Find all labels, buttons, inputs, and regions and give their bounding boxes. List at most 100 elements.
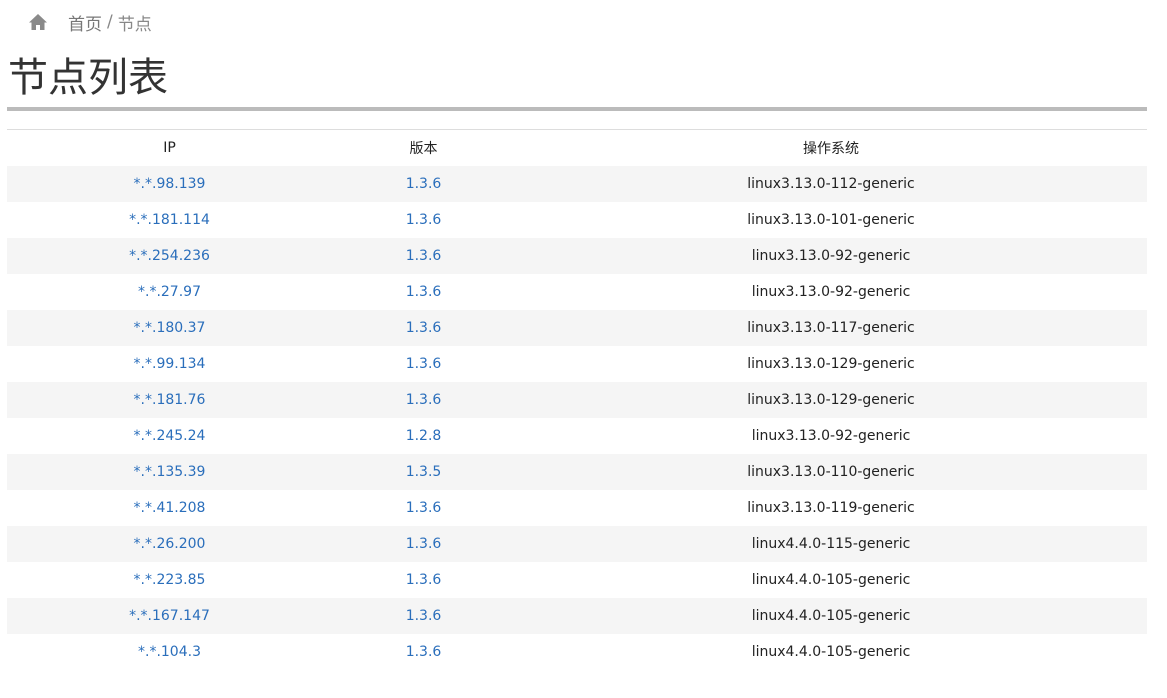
node-ip-link[interactable]: *.*.98.139 [134, 176, 206, 192]
ip-cell: *.*.27.97 [7, 274, 332, 310]
version-cell: 1.3.6 [332, 274, 515, 310]
node-version-link[interactable]: 1.3.6 [406, 176, 442, 192]
table-row: *.*.223.85 1.3.6 linux4.4.0-105-generic [7, 562, 1147, 598]
node-ip-link[interactable]: *.*.99.134 [134, 356, 206, 372]
version-cell: 1.3.6 [332, 310, 515, 346]
node-ip-link[interactable]: *.*.181.114 [129, 212, 210, 228]
ip-cell: *.*.98.139 [7, 166, 332, 202]
ip-cell: *.*.245.24 [7, 418, 332, 454]
version-cell: 1.3.6 [332, 382, 515, 418]
table-row: *.*.245.24 1.2.8 linux3.13.0-92-generic [7, 418, 1147, 454]
node-version-link[interactable]: 1.2.8 [406, 428, 442, 444]
version-cell: 1.3.6 [332, 166, 515, 202]
node-version-link[interactable]: 1.3.6 [406, 248, 442, 264]
node-ip-link[interactable]: *.*.104.3 [138, 644, 201, 660]
ip-cell: *.*.181.114 [7, 202, 332, 238]
breadcrumb-separator: / [107, 12, 113, 32]
node-table-container: IP 版本 操作系统 *.*.98.139 1.3.6 linux3.13.0-11… [7, 129, 1147, 670]
ip-cell: *.*.254.236 [7, 238, 332, 274]
ip-cell: *.*.167.147 [7, 598, 332, 634]
node-version-link[interactable]: 1.3.6 [406, 572, 442, 588]
node-version-link[interactable]: 1.3.6 [406, 536, 442, 552]
node-ip-link[interactable]: *.*.245.24 [134, 428, 206, 444]
node-ip-link[interactable]: *.*.135.39 [134, 464, 206, 480]
os-cell: linux4.4.0-105-generic [751, 644, 911, 660]
version-cell: 1.3.5 [332, 454, 515, 490]
table-row: *.*.181.114 1.3.6 linux3.13.0-101-generic [7, 202, 1147, 238]
table-row: *.*.181.76 1.3.6 linux3.13.0-129-generic [7, 382, 1147, 418]
node-table: IP 版本 操作系统 *.*.98.139 1.3.6 linux3.13.0-11… [7, 130, 1147, 670]
table-row: *.*.104.3 1.3.6 linux4.4.0-105-generic [7, 634, 1147, 670]
node-ip-link[interactable]: *.*.254.236 [129, 248, 210, 264]
node-version-link[interactable]: 1.3.5 [406, 464, 442, 480]
node-ip-link[interactable]: *.*.180.37 [134, 320, 206, 336]
home-icon[interactable] [28, 13, 48, 31]
os-cell: linux3.13.0-110-generic [747, 464, 915, 480]
node-ip-link[interactable]: *.*.41.208 [134, 500, 206, 516]
version-cell: 1.3.6 [332, 202, 515, 238]
node-version-link[interactable]: 1.3.6 [406, 284, 442, 300]
ip-cell: *.*.223.85 [7, 562, 332, 598]
node-version-link[interactable]: 1.3.6 [406, 356, 442, 372]
node-ip-link[interactable]: *.*.223.85 [134, 572, 206, 588]
node-version-link[interactable]: 1.3.6 [406, 320, 442, 336]
column-header-version: 版本 [409, 141, 438, 157]
node-ip-link[interactable]: *.*.26.200 [134, 536, 206, 552]
page-title: 节点列表 [8, 55, 168, 101]
ip-cell: *.*.41.208 [7, 490, 332, 526]
table-body: *.*.98.139 1.3.6 linux3.13.0-112-generic *.… [7, 166, 1147, 670]
node-version-link[interactable]: 1.3.6 [406, 500, 442, 516]
table-row: *.*.135.39 1.3.5 linux3.13.0-110-generic [7, 454, 1147, 490]
table-row: *.*.27.97 1.3.6 linux3.13.0-92-generic [7, 274, 1147, 310]
os-cell: linux4.4.0-115-generic [751, 536, 911, 552]
os-cell: linux3.13.0-129-generic [747, 392, 915, 408]
os-cell: linux4.4.0-105-generic [751, 608, 911, 624]
version-cell: 1.3.6 [332, 598, 515, 634]
version-cell: 1.3.6 [332, 526, 515, 562]
version-cell: 1.3.6 [332, 238, 515, 274]
os-cell: linux3.13.0-92-generic [751, 428, 911, 444]
ip-cell: *.*.104.3 [7, 634, 332, 670]
version-cell: 1.3.6 [332, 562, 515, 598]
table-row: *.*.167.147 1.3.6 linux4.4.0-105-generic [7, 598, 1147, 634]
ip-cell: *.*.181.76 [7, 382, 332, 418]
table-row: *.*.99.134 1.3.6 linux3.13.0-129-generic [7, 346, 1147, 382]
title-divider [7, 107, 1147, 111]
table-row: *.*.41.208 1.3.6 linux3.13.0-119-generic [7, 490, 1147, 526]
version-cell: 1.3.6 [332, 634, 515, 670]
ip-cell: *.*.180.37 [7, 310, 332, 346]
os-cell: linux3.13.0-101-generic [747, 212, 915, 228]
node-version-link[interactable]: 1.3.6 [406, 392, 442, 408]
ip-cell: *.*.135.39 [7, 454, 332, 490]
table-row: *.*.98.139 1.3.6 linux3.13.0-112-generic [7, 166, 1147, 202]
version-cell: 1.3.6 [332, 346, 515, 382]
table-row: *.*.254.236 1.3.6 linux3.13.0-92-generic [7, 238, 1147, 274]
version-cell: 1.2.8 [332, 418, 515, 454]
table-header: IP 版本 操作系统 [7, 130, 1147, 166]
table-row: *.*.180.37 1.3.6 linux3.13.0-117-generic [7, 310, 1147, 346]
node-ip-link[interactable]: *.*.27.97 [138, 284, 201, 300]
node-version-link[interactable]: 1.3.6 [406, 212, 442, 228]
page: 首页 / 节点 节点列表 IP 版本 操作系统 *.*.98.139 1.3.6 l… [0, 0, 1167, 698]
os-cell: linux3.13.0-112-generic [747, 176, 915, 192]
node-ip-link[interactable]: *.*.181.76 [134, 392, 206, 408]
table-row: *.*.26.200 1.3.6 linux4.4.0-115-generic [7, 526, 1147, 562]
ip-cell: *.*.26.200 [7, 526, 332, 562]
os-cell: linux3.13.0-119-generic [747, 500, 915, 516]
node-ip-link[interactable]: *.*.167.147 [129, 608, 210, 624]
ip-cell: *.*.99.134 [7, 346, 332, 382]
column-header-os: 操作系统 [803, 141, 859, 157]
os-cell: linux3.13.0-92-generic [751, 284, 911, 300]
breadcrumb: 首页 / 节点 [28, 10, 152, 35]
breadcrumb-current: 节点 [117, 14, 152, 35]
os-cell: linux3.13.0-117-generic [747, 320, 915, 336]
os-cell: linux4.4.0-105-generic [751, 572, 911, 588]
version-cell: 1.3.6 [332, 490, 515, 526]
os-cell: linux3.13.0-129-generic [747, 356, 915, 372]
table-header-row: IP 版本 操作系统 [7, 130, 1147, 166]
breadcrumb-home-link[interactable]: 首页 [68, 10, 102, 35]
column-header-ip: IP [163, 140, 176, 156]
node-version-link[interactable]: 1.3.6 [406, 608, 442, 624]
os-cell: linux3.13.0-92-generic [751, 248, 911, 264]
node-version-link[interactable]: 1.3.6 [406, 644, 442, 660]
